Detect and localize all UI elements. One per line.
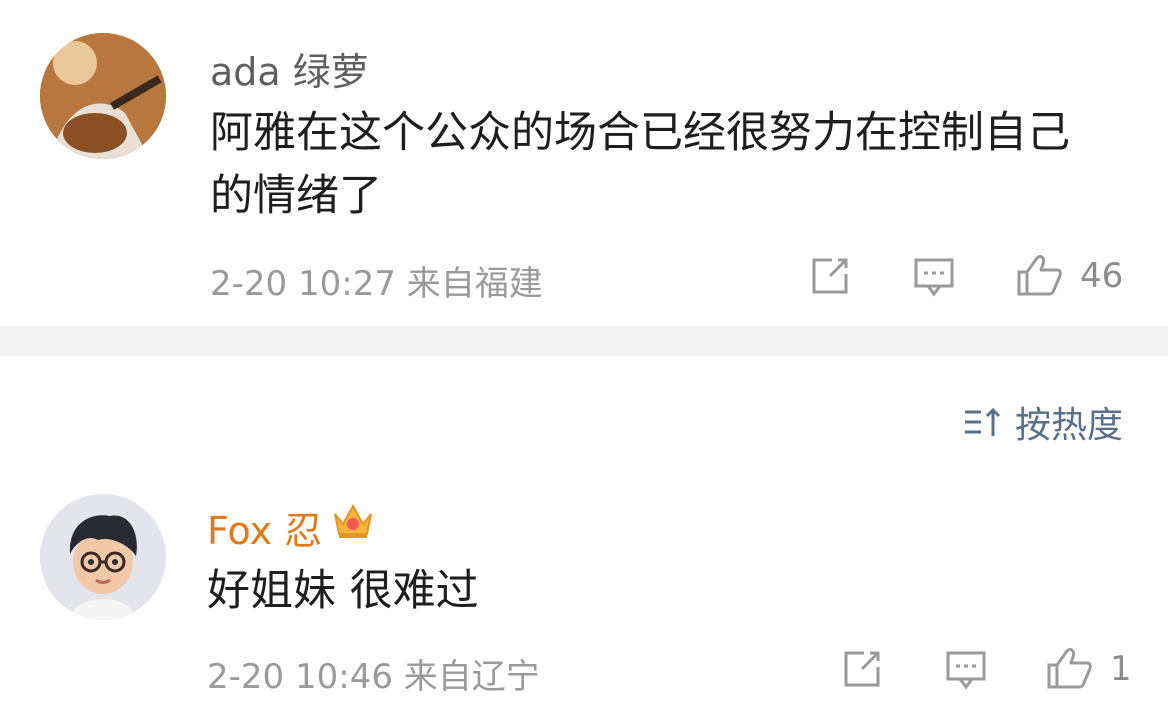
like-count: 1 xyxy=(1110,649,1132,689)
share-icon[interactable] xyxy=(840,647,884,691)
comment-icon[interactable] xyxy=(912,254,956,298)
avatar[interactable] xyxy=(40,494,166,620)
share-icon[interactable] xyxy=(808,254,852,298)
username[interactable]: ada 绿萝 xyxy=(210,41,369,96)
sort-toggle[interactable]: 按热度 xyxy=(963,398,1123,446)
sort-icon xyxy=(965,407,1001,436)
username[interactable]: Fox 忍 xyxy=(207,500,322,555)
avatar[interactable] xyxy=(40,33,166,159)
comment-text: 好姐妹 很难过 xyxy=(207,566,479,616)
avatar-photo-icon xyxy=(40,33,166,159)
section-divider xyxy=(0,326,1168,356)
like-icon[interactable] xyxy=(1015,252,1063,298)
like-count: 46 xyxy=(1080,256,1124,296)
avatar-cartoon-icon xyxy=(40,494,166,620)
like-icon[interactable] xyxy=(1045,645,1093,691)
comment-meta: 2-20 10:27 来自福建 xyxy=(210,264,543,304)
comment-meta: 2-20 10:46 来自辽宁 xyxy=(207,657,540,697)
comment-text: 阿雅在这个公众的场合已经很努力在控制自己的情绪了 xyxy=(210,108,1070,221)
crown-icon xyxy=(334,503,372,538)
sort-label: 按热度 xyxy=(1015,405,1124,446)
comment-icon[interactable] xyxy=(944,647,988,691)
